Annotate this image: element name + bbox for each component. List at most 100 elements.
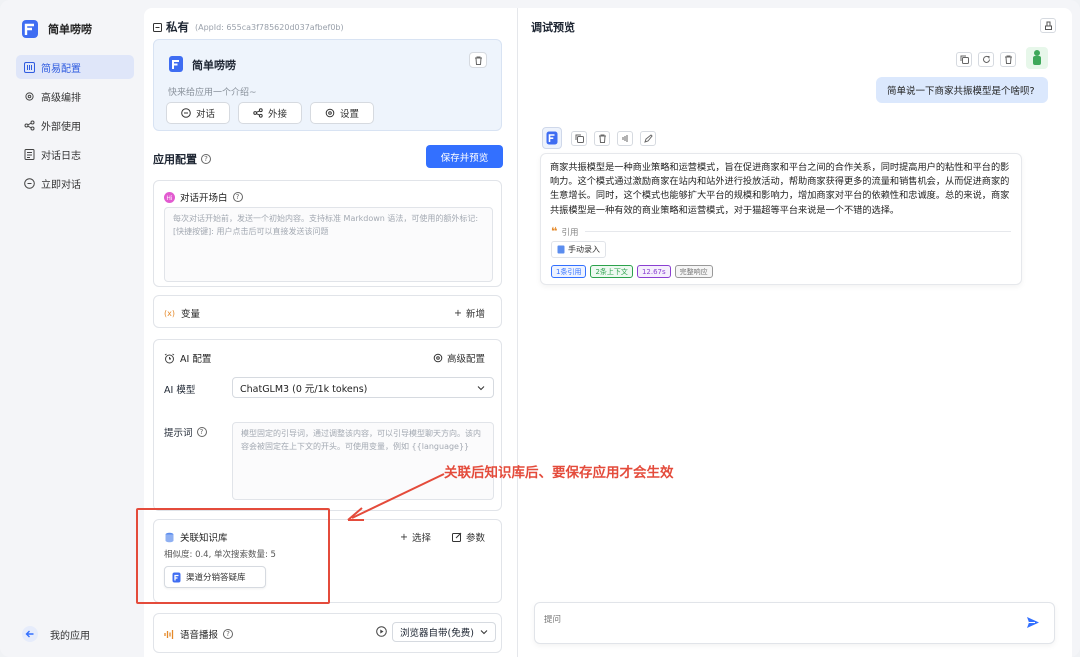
add-variable-button[interactable]: + 新增	[454, 306, 485, 321]
edit-icon	[451, 532, 462, 542]
tag-full-response[interactable]: 完整响应	[674, 265, 713, 278]
plus-icon: +	[400, 531, 408, 543]
app-description: 快来给应用一个介绍~	[168, 88, 257, 98]
sidebar-nav: 简易配置 高级编排 外部使用 对话日志 立即对话	[16, 55, 134, 200]
delete-app-button[interactable]	[469, 52, 487, 68]
bot-avatar	[542, 127, 562, 149]
app-info-card: 简单唠唠 快来给应用一个介绍~ 对话 外接 设置	[153, 39, 502, 131]
chat-input-box	[534, 602, 1055, 644]
play-icon[interactable]	[376, 626, 387, 637]
speak-button[interactable]	[617, 131, 633, 146]
opening-icon: Hi	[164, 191, 175, 203]
my-apps-link[interactable]: 我的应用	[22, 626, 90, 642]
variable-icon: (x)	[164, 308, 176, 318]
model-select-value: ChatGLM3 (0 元/1k tokens)	[240, 383, 368, 395]
citation-divider	[585, 231, 1011, 232]
response-tags: 1条引用 2条上下文 12.67s 完整响应	[551, 265, 713, 278]
copy-button[interactable]	[956, 52, 972, 67]
chevron-down-icon	[480, 629, 488, 635]
copy-answer-button[interactable]	[571, 131, 587, 146]
sidebar: 简单唠唠 简易配置 高级编排 外部使用 对话日志 立即对话 我的应用	[0, 0, 144, 657]
chevron-down-icon	[477, 385, 485, 391]
citation-header: ❝ 引用	[551, 225, 578, 238]
tts-title-text: 语音播报	[180, 630, 219, 641]
sidebar-item-advanced[interactable]: 高级编排	[16, 84, 134, 108]
pencil-icon	[643, 134, 653, 143]
tag-citations[interactable]: 1条引用	[551, 265, 587, 278]
preview-title: 调试预览	[531, 21, 575, 34]
ai-config-title-text: AI 配置	[180, 354, 212, 365]
svg-text:(x): (x)	[164, 309, 175, 318]
speaker-wave-icon	[621, 134, 630, 143]
help-icon[interactable]: ?	[223, 629, 234, 639]
clear-chat-button[interactable]	[1040, 18, 1056, 33]
share-button[interactable]: 外接	[238, 102, 303, 124]
chat-input[interactable]	[544, 615, 1004, 625]
edit-answer-button[interactable]	[640, 131, 656, 146]
sidebar-item-chat-now[interactable]: 立即对话	[16, 171, 134, 195]
delete-message-button[interactable]	[1000, 52, 1016, 67]
chat-icon	[181, 108, 191, 118]
help-icon[interactable]: ?	[232, 192, 243, 202]
retry-button[interactable]	[978, 52, 994, 67]
settings-button-label: 设置	[340, 109, 360, 120]
help-icon[interactable]: ?	[201, 154, 211, 164]
layout-icon	[24, 61, 35, 73]
app-window: 简单唠唠 简易配置 高级编排 外部使用 对话日志 立即对话 我的应用 私有 (A…	[0, 0, 1080, 657]
settings-button[interactable]: 设置	[310, 102, 375, 124]
sidebar-item-label: 高级编排	[41, 92, 81, 104]
bot-message: 商家共振模型是一种商业策略和运营模式，旨在促进商家和平台之间的合作关系，同时提高…	[540, 153, 1022, 285]
tts-section: 语音播报 ? 浏览器自带(免费)	[153, 613, 502, 653]
kb-params-button[interactable]: 参数	[451, 530, 485, 544]
app-config-title-text: 应用配置	[153, 153, 197, 166]
tag-context[interactable]: 2条上下文	[590, 265, 633, 278]
log-icon	[24, 148, 35, 160]
delete-answer-button[interactable]	[594, 131, 610, 146]
sidebar-item-logs[interactable]: 对话日志	[16, 142, 134, 166]
opening-textarea[interactable]: 每次对话开始前，发送一个初始内容。支持标准 Markdown 语法，可使用的额外…	[164, 207, 493, 282]
alarm-clock-icon	[164, 353, 175, 364]
model-label: AI 模型	[164, 385, 196, 396]
user-message: 简单说一下商家共振模型是个啥呗?	[876, 77, 1048, 103]
gear-icon	[24, 91, 35, 102]
advanced-config-button[interactable]: 高级配置	[433, 351, 485, 365]
refresh-icon	[982, 55, 991, 64]
chat-button[interactable]: 对话	[166, 102, 231, 124]
ai-config-title: AI 配置	[164, 351, 211, 365]
prompt-label-text: 提示词	[164, 428, 193, 439]
app-config-title: 应用配置 ?	[153, 151, 211, 167]
send-icon[interactable]	[1026, 616, 1040, 629]
trash-icon	[474, 56, 483, 65]
copy-icon	[575, 134, 584, 143]
bot-answer-text: 商家共振模型是一种商业策略和运营模式，旨在促进商家和平台之间的合作关系，同时提高…	[550, 162, 1010, 216]
sidebar-item-external[interactable]: 外部使用	[16, 113, 134, 137]
opening-title-text: 对话开场白	[180, 193, 228, 204]
broom-icon	[1044, 21, 1053, 30]
plus-icon: +	[454, 307, 462, 319]
tts-select[interactable]: 浏览器自带(免费)	[392, 622, 496, 642]
chat-icon	[24, 177, 35, 189]
share-icon	[253, 108, 263, 118]
sidebar-item-label: 外部使用	[41, 121, 81, 133]
variables-title-text: 变量	[181, 309, 201, 320]
help-icon[interactable]: ?	[196, 427, 207, 437]
back-arrow-icon	[22, 626, 38, 642]
sidebar-item-label: 立即对话	[41, 179, 81, 191]
ai-config-section: AI 配置 高级配置 AI 模型 ChatGLM3 (0 元/1k tokens…	[153, 339, 502, 511]
app-logo: 简单唠唠	[20, 18, 92, 40]
gear-icon	[433, 353, 443, 363]
sidebar-item-simple-config[interactable]: 简易配置	[16, 55, 134, 79]
chat-button-label: 对话	[196, 109, 216, 120]
citation-source[interactable]: 手动录入	[551, 241, 606, 258]
audio-wave-icon	[164, 629, 175, 640]
app-title: 简单唠唠	[48, 23, 92, 36]
annotation-text: 关联后知识库后、要保存应用才会生效	[444, 465, 674, 481]
share-icon	[24, 120, 35, 131]
gear-icon	[325, 108, 335, 118]
collapse-icon[interactable]	[153, 22, 162, 32]
opening-section: Hi 对话开场白 ? 每次对话开始前，发送一个初始内容。支持标准 Markdow…	[153, 180, 502, 287]
save-preview-button[interactable]: 保存并预览	[426, 145, 503, 168]
kb-select-button[interactable]: + 选择	[400, 530, 431, 545]
model-select[interactable]: ChatGLM3 (0 元/1k tokens)	[232, 377, 494, 398]
add-variable-label: 新增	[465, 309, 485, 320]
